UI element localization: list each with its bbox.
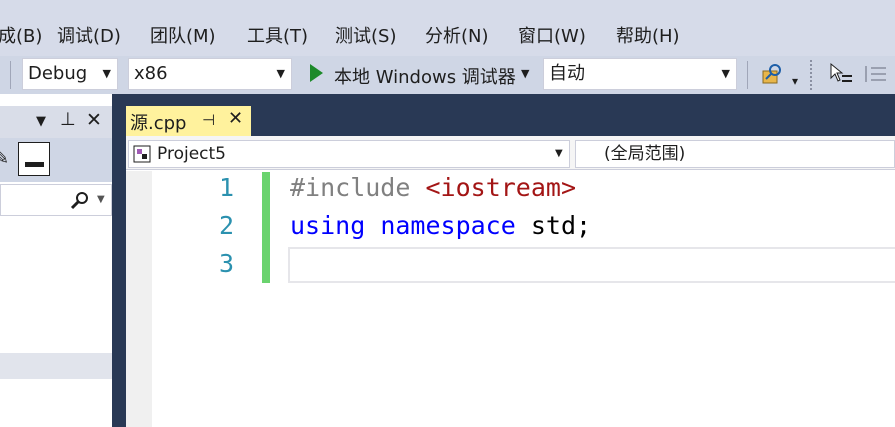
- preprocessor-directive: #include: [290, 173, 411, 202]
- platform-value: x86: [134, 63, 168, 84]
- menu-build[interactable]: 成(B): [0, 22, 42, 48]
- config-value: Debug: [28, 63, 88, 84]
- toolbar-separator: [10, 61, 11, 89]
- scope-combo[interactable]: (全局范围): [575, 140, 895, 168]
- close-icon[interactable]: ✕: [228, 108, 243, 129]
- chevron-down-icon: ▼: [555, 148, 563, 159]
- select-tool-button[interactable]: [828, 62, 854, 86]
- keyword-namespace: namespace: [380, 211, 516, 240]
- play-icon: [310, 64, 323, 82]
- menu-help[interactable]: 帮助(H): [616, 22, 680, 48]
- include-header: <iostream>: [425, 173, 576, 202]
- line-number: 3: [218, 249, 234, 278]
- panel-header: ▼ ⊥ ✕: [0, 106, 112, 138]
- close-icon[interactable]: ✕: [86, 109, 102, 131]
- project-combo[interactable]: Project5 ▼: [128, 140, 570, 168]
- cursor-icon: [830, 62, 852, 82]
- properties-icon: [25, 162, 44, 167]
- menu-analyze[interactable]: 分析(N): [425, 22, 489, 48]
- properties-button[interactable]: [18, 142, 50, 176]
- chevron-down-icon: ▼: [102, 67, 111, 80]
- menu-debug[interactable]: 调试(D): [57, 22, 121, 48]
- platform-combo[interactable]: x86 ▼: [128, 58, 292, 90]
- tab-title: 源.cpp: [130, 113, 187, 134]
- scope-value: (全局范围): [604, 144, 686, 164]
- line-number: 1: [218, 173, 234, 202]
- current-line-highlight: [288, 247, 895, 283]
- change-tracking-bar: [262, 172, 270, 283]
- pin-icon[interactable]: ⊥: [60, 109, 76, 130]
- chevron-down-icon[interactable]: ▼: [97, 194, 105, 205]
- toolbar-separator: [747, 61, 748, 89]
- code-editor[interactable]: [126, 171, 895, 427]
- editor-glyph-margin[interactable]: [126, 171, 152, 427]
- config-combo[interactable]: Debug ▼: [22, 58, 118, 90]
- menu-window[interactable]: 窗口(W): [518, 22, 586, 48]
- tab-source-cpp[interactable]: 源.cpp ⊣ ✕: [126, 106, 251, 136]
- menu-team[interactable]: 团队(M): [150, 22, 216, 48]
- wrench-icon[interactable]: ✎: [0, 148, 9, 169]
- line-number: 2: [218, 211, 234, 240]
- code-line-1[interactable]: #include <iostream>: [290, 173, 576, 202]
- chevron-down-icon: ▼: [276, 67, 285, 80]
- debugger-label: 本地 Windows 调试器: [334, 67, 516, 88]
- panel-selected-row[interactable]: [0, 353, 112, 379]
- chevron-down-icon[interactable]: ▼: [36, 114, 46, 129]
- search-icon: [70, 192, 88, 210]
- find-icon: [762, 64, 781, 84]
- chevron-down-icon: ▼: [521, 67, 530, 80]
- start-debugging-button[interactable]: 本地 Windows 调试器 ▼: [300, 60, 540, 90]
- panel-toolbar: ✎: [0, 138, 112, 182]
- find-in-files-button[interactable]: [760, 62, 784, 86]
- mode-combo[interactable]: 自动 ▼: [543, 58, 737, 90]
- code-line-2[interactable]: using namespace std;: [290, 211, 591, 240]
- project-icon: [133, 145, 151, 163]
- toolbar-grip[interactable]: [810, 60, 816, 90]
- menu-tools[interactable]: 工具(T): [247, 22, 308, 48]
- keyword-using: using: [290, 211, 366, 240]
- panel-search-input[interactable]: ▼: [0, 184, 112, 216]
- pin-icon[interactable]: ⊣: [202, 111, 215, 129]
- menu-test[interactable]: 测试(S): [335, 22, 396, 48]
- panel-splitter[interactable]: [112, 94, 126, 427]
- namespace-identifier: std;: [530, 211, 592, 240]
- format-button[interactable]: [862, 62, 888, 86]
- menu-bar: 成(B) 调试(D) 团队(M) 工具(T) 测试(S) 分析(N) 窗口(W)…: [0, 0, 895, 56]
- toolbar-overflow-icon[interactable]: ▾: [792, 74, 798, 88]
- indent-icon: [865, 66, 886, 82]
- mode-value: 自动: [549, 63, 585, 84]
- project-name: Project5: [157, 144, 226, 164]
- chevron-down-icon: ▼: [721, 67, 730, 80]
